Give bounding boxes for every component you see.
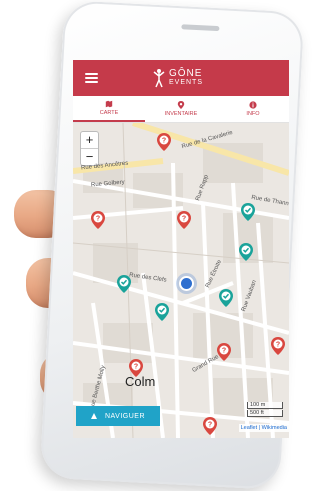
question-marker-icon[interactable]: ? xyxy=(203,417,217,435)
app-header: GÔNE EVENTS xyxy=(73,60,289,96)
zoom-control: + − xyxy=(80,131,99,166)
navigate-button[interactable]: NAVIGUER xyxy=(76,406,160,426)
zoom-out-button[interactable]: − xyxy=(81,149,98,165)
check-marker-icon[interactable] xyxy=(241,203,255,221)
phone-speaker xyxy=(181,24,220,32)
map-view[interactable]: + − Rue de la Cavalerie Rue des Ancêtres… xyxy=(73,123,289,438)
tab-bar: CARTE INVENTAIRE INFO xyxy=(73,96,289,123)
question-marker-icon[interactable]: ? xyxy=(271,337,285,355)
tab-carte[interactable]: CARTE xyxy=(73,96,145,122)
tab-info-label: INFO xyxy=(246,111,260,117)
brand-main: GÔNE xyxy=(169,68,203,79)
brand-sub: EVENTS xyxy=(169,79,204,86)
svg-text:?: ? xyxy=(222,348,226,355)
navigate-label: NAVIGUER xyxy=(104,412,146,420)
map-icon xyxy=(105,100,113,108)
check-marker-icon[interactable] xyxy=(155,303,169,321)
question-marker-icon[interactable]: ? xyxy=(91,211,105,229)
tab-carte-label: CARTE xyxy=(99,110,119,116)
current-location-dot xyxy=(179,276,194,291)
tab-inventaire[interactable]: INVENTAIRE xyxy=(145,96,217,122)
question-marker-icon[interactable]: ? xyxy=(157,133,171,151)
svg-text:?: ? xyxy=(182,216,186,223)
scale-imperial: 500 ft xyxy=(247,410,283,417)
svg-text:?: ? xyxy=(96,216,100,223)
scale-metric: 100 m xyxy=(247,402,283,409)
svg-text:?: ? xyxy=(162,138,166,145)
tab-info[interactable]: INFO xyxy=(217,96,289,122)
tab-inventaire-label: INVENTAIRE xyxy=(164,111,198,117)
map-scale: 100 m 500 ft xyxy=(247,402,283,418)
app-screen: GÔNE EVENTS CARTE INVENTAIRE INFO + − Ru… xyxy=(73,60,289,438)
menu-icon[interactable] xyxy=(85,73,98,83)
info-icon xyxy=(249,101,257,109)
question-marker-icon[interactable]: ? xyxy=(129,359,143,377)
pin-icon xyxy=(177,101,185,109)
question-marker-icon[interactable]: ? xyxy=(177,211,191,229)
navigate-arrow-icon xyxy=(90,413,97,419)
map-attribution[interactable]: Leaflet | Wikimedia xyxy=(238,424,289,432)
zoom-in-button[interactable]: + xyxy=(81,132,98,149)
app-logo: GÔNE EVENTS xyxy=(151,67,203,89)
svg-text:?: ? xyxy=(134,364,138,371)
question-marker-icon[interactable]: ? xyxy=(217,343,231,361)
dancer-icon xyxy=(153,69,165,88)
check-marker-icon[interactable] xyxy=(219,289,233,307)
check-marker-icon[interactable] xyxy=(117,275,131,293)
check-marker-icon[interactable] xyxy=(239,243,253,261)
svg-text:?: ? xyxy=(276,342,280,349)
svg-text:?: ? xyxy=(208,422,212,429)
